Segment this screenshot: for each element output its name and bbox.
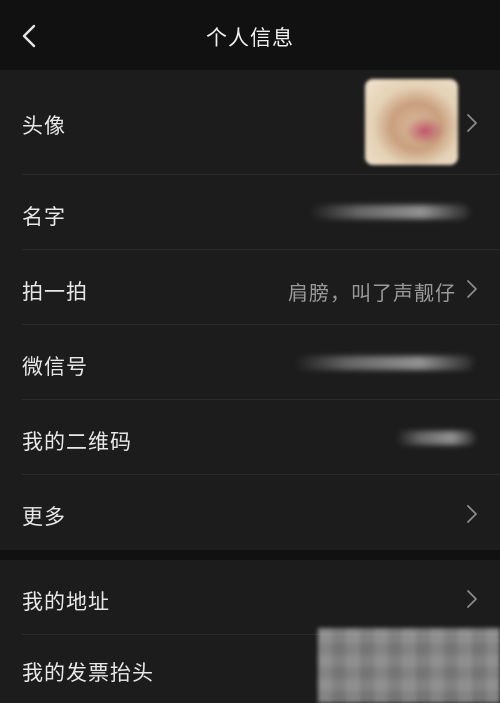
row-qr-code[interactable]: 我的二维码 (0, 400, 500, 475)
row-label-avatar: 头像 (22, 114, 66, 138)
chevron-right-icon (467, 114, 477, 132)
row-label-qr-code: 我的二维码 (22, 430, 132, 454)
blurred-watermark (318, 628, 500, 703)
row-label-invoice-title: 我的发票抬头 (22, 661, 154, 685)
row-avatar[interactable]: 头像 (0, 70, 500, 175)
chevron-right-icon (467, 280, 477, 298)
chevron-right-icon (467, 505, 477, 523)
chevron-right-icon (467, 590, 477, 608)
row-wechat-id[interactable]: 微信号 (0, 325, 500, 400)
row-label-pat: 拍一拍 (22, 280, 88, 304)
navigation-bar: 个人信息 (0, 0, 500, 70)
row-label-my-address: 我的地址 (22, 590, 110, 614)
page-title: 个人信息 (206, 26, 294, 50)
avatar (365, 79, 458, 165)
row-my-address[interactable]: 我的地址 (0, 560, 500, 635)
row-more[interactable]: 更多 (0, 475, 500, 550)
qr-code-icon-redacted (396, 431, 476, 445)
profile-info-list: 头像 名字 拍一拍 肩膀，叫了声靓仔 微信号 我的二维码 更多 (0, 70, 500, 550)
row-label-wechat-id: 微信号 (22, 355, 88, 379)
row-pat[interactable]: 拍一拍 肩膀，叫了声靓仔 (0, 250, 500, 325)
section-gap (0, 550, 500, 560)
row-label-name: 名字 (22, 205, 66, 229)
row-label-more: 更多 (22, 505, 66, 529)
row-name[interactable]: 名字 (0, 175, 500, 250)
pat-value: 肩膀，叫了声靓仔 (288, 281, 456, 305)
wechat-id-value-redacted (294, 356, 474, 370)
name-value-redacted (310, 205, 470, 219)
